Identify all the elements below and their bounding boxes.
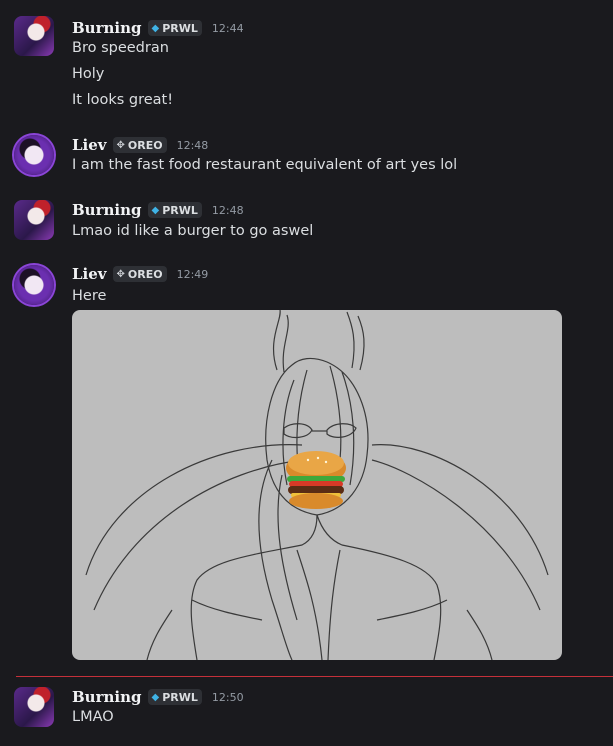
- server-tag[interactable]: ◆ PRWL: [147, 689, 202, 705]
- message-text: Bro speedran: [72, 40, 169, 56]
- timestamp[interactable]: 12:44: [212, 22, 244, 35]
- message-header: Burning ◆ PRWL 12:48: [72, 200, 244, 220]
- new-messages-divider: [16, 676, 613, 677]
- timestamp[interactable]: 12:48: [212, 204, 244, 217]
- message-text: I am the fast food restaurant equivalent…: [72, 157, 458, 173]
- burger-emoji: [286, 451, 346, 509]
- timestamp[interactable]: 12:48: [177, 139, 209, 152]
- sketch-image: [85, 310, 549, 660]
- server-tag[interactable]: ✥ OREO: [112, 266, 167, 282]
- message-text: LMAO: [72, 709, 114, 725]
- avatar[interactable]: [14, 200, 54, 240]
- message-text: Lmao id like a burger to go aswel: [72, 223, 314, 239]
- dpad-icon: ✥: [116, 139, 125, 151]
- server-tag[interactable]: ✥ OREO: [112, 137, 167, 153]
- message-header: Burning ◆ PRWL 12:50: [72, 687, 244, 707]
- message-text: Holy: [72, 66, 105, 82]
- server-tag-label: PRWL: [162, 690, 198, 704]
- avatar[interactable]: [14, 265, 54, 305]
- image-attachment[interactable]: [72, 310, 562, 660]
- avatar[interactable]: [14, 135, 54, 175]
- server-tag-label: OREO: [127, 138, 163, 152]
- crystal-icon: ◆: [151, 204, 160, 216]
- server-tag-label: PRWL: [162, 21, 198, 35]
- message-text: Here: [72, 288, 107, 304]
- timestamp[interactable]: 12:50: [212, 691, 244, 704]
- timestamp[interactable]: 12:49: [177, 268, 209, 281]
- message-text: It looks great!: [72, 92, 174, 108]
- dpad-icon: ✥: [116, 268, 125, 280]
- message-header: Liev ✥ OREO 12:49: [72, 264, 208, 284]
- crystal-icon: ◆: [151, 691, 160, 703]
- crystal-icon: ◆: [151, 22, 160, 34]
- server-tag[interactable]: ◆ PRWL: [147, 202, 202, 218]
- message-header: Burning ◆ PRWL 12:44: [72, 18, 244, 38]
- avatar[interactable]: [14, 16, 54, 56]
- author-name[interactable]: Burning: [72, 19, 142, 37]
- server-tag[interactable]: ◆ PRWL: [147, 20, 202, 36]
- author-name[interactable]: Liev: [72, 265, 107, 283]
- avatar[interactable]: [14, 687, 54, 727]
- server-tag-label: OREO: [127, 267, 163, 281]
- server-tag-label: PRWL: [162, 203, 198, 217]
- author-name[interactable]: Burning: [72, 688, 142, 706]
- message-header: Liev ✥ OREO 12:48: [72, 135, 208, 155]
- author-name[interactable]: Liev: [72, 136, 107, 154]
- author-name[interactable]: Burning: [72, 201, 142, 219]
